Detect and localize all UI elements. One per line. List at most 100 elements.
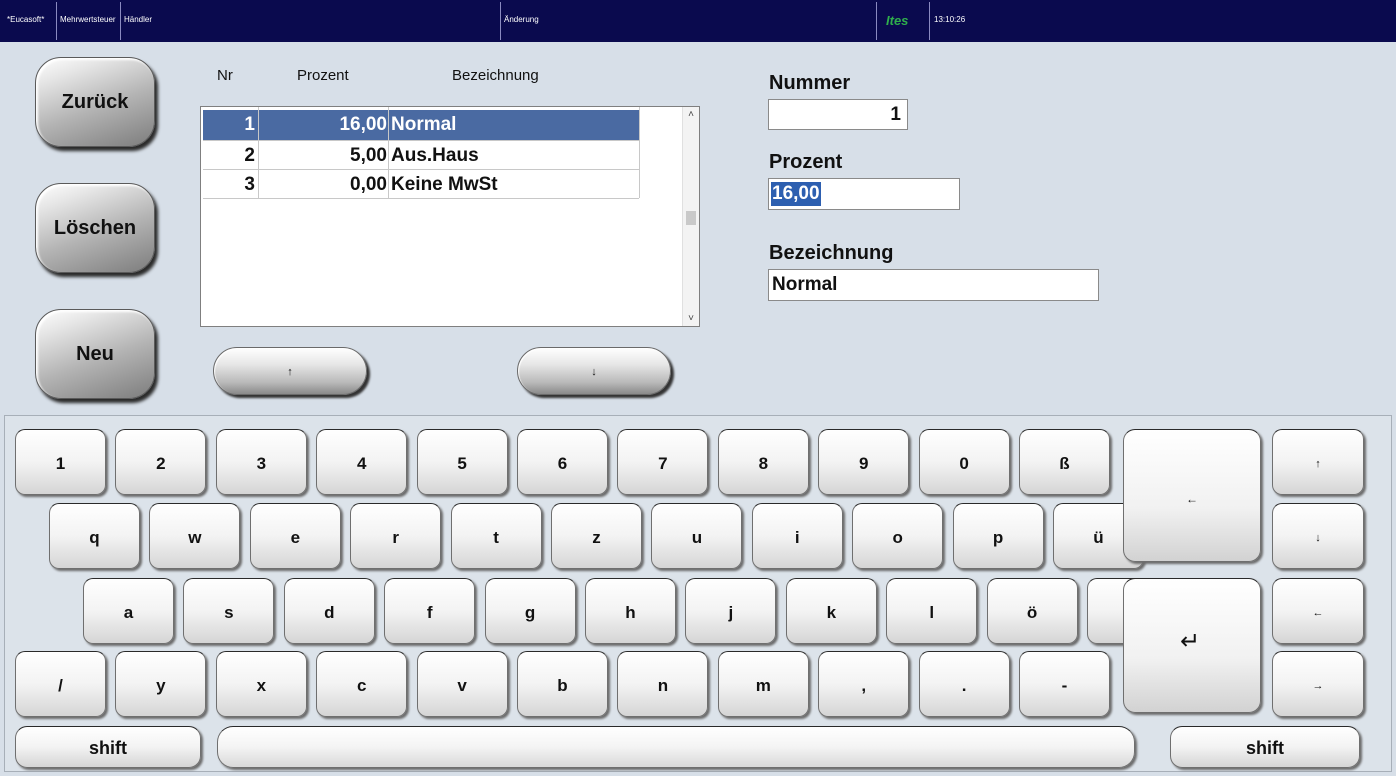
topbar-divider [929, 2, 930, 40]
key-row3-9[interactable]: ö [986, 578, 1078, 644]
key-row1-9[interactable]: 0 [918, 429, 1010, 495]
key-row4-8[interactable]: , [818, 651, 910, 717]
key-row4-5[interactable]: b [517, 651, 608, 717]
cell-bezeichnung: Aus.Haus [391, 145, 479, 166]
prozent-label: Prozent [769, 151, 843, 173]
scroll-up-arrow-icon[interactable]: ˄ [683, 109, 699, 120]
backspace-arrow-icon: ← [1186, 492, 1198, 506]
key-row3-1[interactable]: s [183, 578, 275, 644]
key-row2-6[interactable]: u [651, 503, 743, 569]
key-row2-2[interactable]: e [249, 503, 341, 569]
key-row2-5[interactable]: z [551, 503, 642, 569]
prozent-value-selected: 16,00 [771, 182, 821, 206]
shift-left-key[interactable]: shift [15, 726, 201, 768]
cell-nr: 2 [244, 145, 255, 166]
on-screen-keyboard: 1234567890ß qwertzuiopü asdfghjklöä /yxc… [4, 415, 1392, 772]
table-row[interactable]: 1 16,00 Normal [203, 110, 639, 140]
module-name: Mehrwertsteuer [60, 15, 116, 24]
column-divider [639, 107, 640, 198]
clock: 13:10:26 [934, 15, 966, 24]
cell-prozent: 5,00 [350, 145, 387, 166]
user-name: Händler [124, 15, 153, 24]
key-row4-9[interactable]: . [918, 651, 1010, 717]
key-row3-7[interactable]: k [785, 578, 877, 644]
cell-nr: 1 [244, 114, 255, 135]
mode-label: Änderung [504, 15, 539, 24]
nav-right-key[interactable]: → [1272, 651, 1364, 717]
bezeichnung-field[interactable]: Normal [768, 269, 1099, 301]
topbar-divider [876, 2, 877, 40]
key-row1-8[interactable]: 9 [818, 429, 910, 495]
key-row2-8[interactable]: o [852, 503, 944, 569]
enter-arrow-icon: ↵ [1180, 628, 1201, 655]
key-row1-10[interactable]: ß [1019, 429, 1110, 495]
key-row2-7[interactable]: i [751, 503, 843, 569]
key-row4-7[interactable]: m [717, 651, 809, 717]
back-button[interactable]: Zurück [35, 57, 155, 147]
shift-right-key[interactable]: shift [1170, 726, 1360, 768]
key-row4-1[interactable]: y [115, 651, 207, 717]
row-divider [203, 198, 639, 199]
key-row3-3[interactable]: f [384, 578, 476, 644]
key-row3-6[interactable]: j [685, 578, 777, 644]
vat-rate-list[interactable]: 1 16,00 Normal 2 5,00 Aus.Haus 3 0,00 Ke… [200, 106, 700, 327]
nav-up-key[interactable]: ↑ [1272, 429, 1364, 495]
cell-nr: 3 [244, 174, 255, 195]
key-row4-3[interactable]: c [316, 651, 408, 717]
key-row3-5[interactable]: h [585, 578, 676, 644]
key-row4-10[interactable]: - [1019, 651, 1110, 717]
column-header-nr: Nr [217, 67, 233, 84]
key-row2-9[interactable]: p [952, 503, 1044, 569]
key-row1-4[interactable]: 5 [416, 429, 508, 495]
key-row2-1[interactable]: w [149, 503, 241, 569]
row-divider [203, 169, 639, 170]
cell-prozent: 16,00 [339, 114, 387, 135]
key-row4-4[interactable]: v [416, 651, 508, 717]
column-header-prozent: Prozent [297, 67, 349, 84]
table-row[interactable]: 2 5,00 Aus.Haus [203, 141, 639, 171]
table-row[interactable]: 3 0,00 Keine MwSt [203, 170, 639, 200]
nummer-field[interactable]: 1 [768, 99, 908, 130]
key-row1-2[interactable]: 3 [215, 429, 307, 495]
key-row4-0[interactable]: / [15, 651, 106, 717]
bezeichnung-label: Bezeichnung [769, 242, 894, 264]
scroll-down-arrow-icon[interactable]: ˅ [683, 313, 699, 324]
key-row1-1[interactable]: 2 [115, 429, 207, 495]
move-up-button[interactable]: ↑ [213, 347, 367, 395]
key-row3-8[interactable]: l [886, 578, 978, 644]
key-row4-6[interactable]: n [617, 651, 709, 717]
top-status-bar: *Eucasoft* Mehrwertsteuer Händler Änderu… [0, 0, 1396, 42]
app-name: *Eucasoft* [7, 15, 45, 24]
backspace-key[interactable]: ← [1123, 429, 1261, 562]
key-row3-0[interactable]: a [83, 578, 174, 644]
cell-prozent: 0,00 [350, 174, 387, 195]
column-divider [258, 107, 259, 198]
scroll-thumb[interactable] [686, 211, 696, 225]
nav-left-key[interactable]: ← [1272, 578, 1364, 644]
key-row2-0[interactable]: q [49, 503, 140, 569]
nummer-label: Nummer [769, 72, 851, 94]
enter-key[interactable]: ↵ [1123, 578, 1261, 713]
key-row3-4[interactable]: g [484, 578, 576, 644]
column-header-bezeichnung: Bezeichnung [452, 67, 539, 84]
key-row1-3[interactable]: 4 [316, 429, 408, 495]
key-row2-3[interactable]: r [350, 503, 442, 569]
key-row3-2[interactable]: d [283, 578, 375, 644]
space-key[interactable] [217, 726, 1135, 768]
key-row1-7[interactable]: 8 [717, 429, 809, 495]
nav-down-key[interactable]: ↓ [1272, 503, 1364, 569]
key-row1-6[interactable]: 7 [617, 429, 709, 495]
delete-button[interactable]: Löschen [35, 183, 155, 273]
row-divider [203, 140, 639, 141]
key-row4-2[interactable]: x [215, 651, 307, 717]
cell-bezeichnung: Keine MwSt [391, 174, 498, 195]
prozent-field[interactable]: 16,00 [768, 178, 960, 210]
key-row1-0[interactable]: 1 [15, 429, 106, 495]
new-button[interactable]: Neu [35, 309, 155, 399]
key-row1-5[interactable]: 6 [517, 429, 608, 495]
key-row2-4[interactable]: t [450, 503, 542, 569]
column-divider [388, 107, 389, 198]
move-down-button[interactable]: ↓ [517, 347, 671, 395]
logo: Ites [886, 13, 909, 28]
list-scrollbar[interactable]: ˄ ˅ [682, 107, 699, 326]
